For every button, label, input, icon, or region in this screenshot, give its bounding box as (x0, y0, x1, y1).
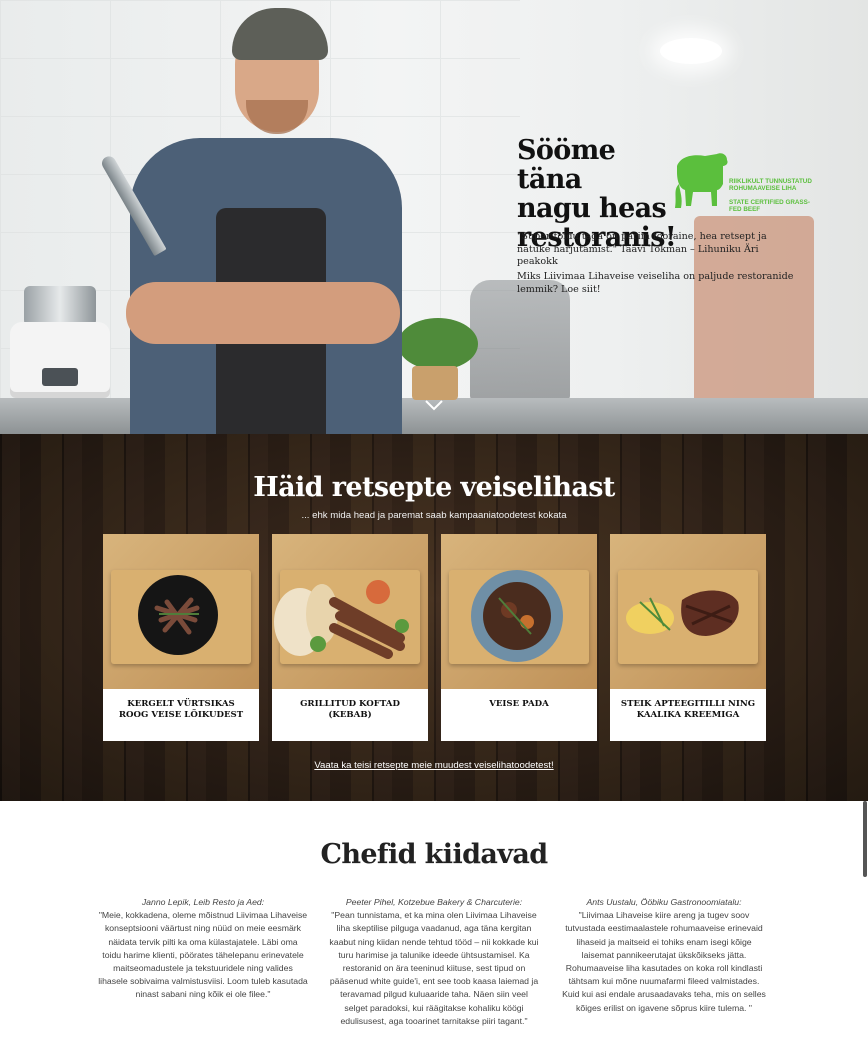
chevron-down-icon[interactable] (424, 398, 444, 412)
recipe-label: GRILLITUD KOFTAD (KEBAB) (300, 699, 400, 720)
herb-plant (398, 318, 478, 400)
recipe-image (272, 534, 428, 689)
badge-line-2: STATE CERTIFIED GRASS-FED BEEF (729, 199, 810, 213)
recipes-title: Häid retsepte veiselihast (253, 472, 615, 503)
badge-line-1: RIIKLIKULT TUNNUSTATUD ROHUMAAVEISE LIHA (729, 178, 812, 192)
scrollbar-thumb[interactable] (863, 801, 867, 877)
chefs-title: Chefid kiidavad (320, 839, 548, 870)
hero-lead-link[interactable]: Miks Liivimaa Lihaveise veiseliha on pal… (517, 271, 797, 296)
more-recipes-link[interactable]: Vaata ka teisi retsepte meie muudest vei… (0, 760, 868, 771)
testimonial-author: Peeter Pihel, Kotzebue Bakery & Charcute… (345, 897, 523, 907)
hero-quote: "Super toidu taga on parim tooraine, hea… (517, 231, 767, 267)
recipe-card[interactable]: VEISE PADA (441, 534, 597, 741)
recipe-label: VEISE PADA (489, 699, 549, 709)
recipe-label: KERGELT VÜRTSIKAS ROOG VEISE LÕIKUDEST (118, 699, 244, 720)
recipe-label: STEIK APTEEGITILLI NING KAALIKA KREEMIGA (620, 699, 756, 720)
testimonial: Ants Uustalu, Ööbiku Gastronoomiatalu: "… (559, 896, 769, 1015)
recipes-section: Häid retsepte veiselihast ... ehk mida h… (0, 434, 868, 801)
recipe-image (441, 534, 597, 689)
recipes-subtitle: ... ehk mida head ja paremat saab kampaa… (301, 510, 567, 521)
kitchen-machine (470, 280, 570, 400)
testimonial-text: "Liivimaa Lihaveise kiire areng ja tugev… (562, 910, 766, 1013)
hero-section: Sööme täna nagu heas restoranis! RIIKLIK… (0, 0, 868, 434)
recipe-card[interactable]: KERGELT VÜRTSIKAS ROOG VEISE LÕIKUDEST (103, 534, 259, 741)
testimonial-text: "Pean tunnistama, et ka mina olen Liivim… (329, 910, 539, 1026)
testimonial-author: Ants Uustalu, Ööbiku Gastronoomiatalu: (586, 897, 742, 907)
ceiling-lamp (660, 38, 722, 64)
chefs-section: Chefid kiidavad Janno Lepik, Leib Resto … (0, 801, 868, 1061)
cow-icon (675, 153, 728, 208)
food-processor (4, 286, 112, 398)
chef-photo (99, 0, 410, 434)
recipe-card[interactable]: STEIK APTEEGITILLI NING KAALIKA KREEMIGA (610, 534, 766, 741)
testimonial: Peeter Pihel, Kotzebue Bakery & Charcute… (329, 896, 539, 1028)
grass-fed-beef-badge: RIIKLIKULT TUNNUSTATUD ROHUMAAVEISE LIHA… (671, 144, 812, 213)
testimonial: Janno Lepik, Leib Resto ja Aed: "Meie, k… (98, 896, 308, 1002)
recipe-card[interactable]: GRILLITUD KOFTAD (KEBAB) (272, 534, 428, 741)
testimonial-text: "Meie, kokkadena, oleme mõistnud Liivima… (98, 910, 308, 1000)
recipe-image (610, 534, 766, 689)
hero-text-block: Sööme täna nagu heas restoranis! RIIKLIK… (517, 136, 812, 295)
testimonial-author: Janno Lepik, Leib Resto ja Aed: (141, 897, 265, 907)
recipe-image (103, 534, 259, 689)
